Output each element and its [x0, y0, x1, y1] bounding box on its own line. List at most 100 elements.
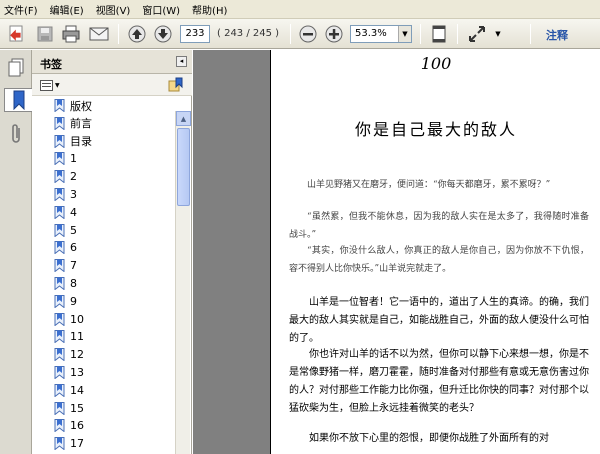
bookmarks-header: 书签 ◂	[32, 50, 192, 74]
bookmark-item[interactable]: 12	[54, 346, 84, 363]
page-number-input[interactable]: 233	[180, 25, 210, 43]
chevron-down-icon: ▼	[55, 81, 60, 89]
menu-file[interactable]: 文件(F)	[4, 2, 38, 17]
pages-panel-button[interactable]	[4, 56, 28, 80]
bookmark-item[interactable]: 前言	[54, 115, 92, 132]
zoom-in-button[interactable]	[323, 23, 345, 45]
bookmark-label: 版权	[70, 99, 92, 113]
arrow-up-circle-icon	[128, 25, 146, 43]
bookmark-icon	[54, 205, 65, 219]
bookmark-icon	[54, 401, 65, 415]
minus-circle-icon	[299, 25, 317, 43]
bookmark-item[interactable]: 目录	[54, 133, 92, 150]
attachments-panel-button[interactable]	[4, 122, 28, 146]
menu-edit[interactable]: 编辑(E)	[50, 2, 84, 17]
zoom-out-button[interactable]	[297, 23, 319, 45]
bookmark-icon	[54, 170, 65, 184]
bookmark-icon	[54, 419, 65, 433]
full-screen-options-button[interactable]: ▼	[492, 23, 504, 45]
chevron-down-icon: ▼	[495, 30, 501, 38]
bookmark-label: 17	[70, 437, 84, 451]
bookmark-icon	[54, 383, 65, 397]
bookmark-item[interactable]: 8	[54, 275, 77, 292]
chevron-down-icon[interactable]: ▼	[398, 26, 411, 42]
previous-page-button[interactable]	[126, 23, 148, 45]
bookmark-icon	[54, 99, 65, 112]
next-page-button[interactable]	[152, 23, 174, 45]
bookmark-label: 4	[70, 205, 77, 219]
bookmark-item[interactable]: 11	[54, 328, 84, 345]
bookmark-label: 11	[70, 330, 84, 344]
bookmark-item[interactable]: 6	[54, 239, 77, 256]
toolbar-separator	[118, 24, 119, 44]
bookmark-ribbon-icon	[13, 90, 24, 110]
bookmarks-panel-button[interactable]	[4, 88, 32, 112]
bookmark-item[interactable]: 14	[54, 382, 84, 399]
bookmark-item[interactable]: 1	[54, 150, 77, 167]
fit-page-button[interactable]	[428, 23, 450, 45]
bookmark-icon	[54, 116, 65, 130]
bookmarks-title: 书签	[40, 58, 62, 71]
bookmark-label: 13	[70, 366, 84, 379]
bookmarks-toolbar: ▼	[32, 74, 192, 96]
bookmarks-scrollbar[interactable]: ▲	[175, 111, 191, 454]
navigation-strip	[0, 50, 32, 454]
toolbar: 233 ( 243 / 245 ) 53.3% ▼ ▼ 注释	[0, 19, 600, 49]
bookmark-label: 前言	[70, 117, 92, 131]
bookmark-label: 14	[70, 383, 84, 397]
paragraph: 山羊是一位智者！它一语中的，道出了人生的真谛。的确，我们最大的敌人其实就是自己，…	[289, 297, 589, 344]
menu-view[interactable]: 视图(V)	[96, 2, 131, 17]
bookmark-label: 3	[70, 188, 77, 201]
zoom-select[interactable]: 53.3% ▼	[350, 25, 412, 43]
bookmark-icon	[54, 223, 65, 237]
expand-bookmark-button[interactable]	[168, 77, 184, 93]
paragraph: “虽然累，但我不能休息，因为我的敌人实在是太多了，我得随时准备战斗。”	[289, 212, 589, 240]
expand-icon	[469, 26, 485, 42]
bookmark-label: 6	[70, 241, 77, 255]
toolbar-separator	[530, 24, 531, 44]
bookmark-icon	[54, 294, 65, 308]
menu-window[interactable]: 窗口(W)	[142, 2, 180, 17]
toolbar-separator	[457, 24, 458, 44]
document-viewer[interactable]: 100 你是自己最大的敌人 山羊见野猪又在磨牙，便问道：“你每天都磨牙，累不累呀…	[193, 50, 600, 454]
bookmark-item[interactable]: 10	[54, 311, 84, 328]
bookmark-item[interactable]: 4	[54, 204, 77, 221]
full-screen-button[interactable]	[466, 23, 488, 45]
bookmark-item[interactable]: 15	[54, 400, 84, 417]
bookmark-icon	[54, 312, 65, 326]
pages-icon	[8, 58, 24, 77]
close-panel-icon[interactable]: ◂	[176, 56, 187, 67]
bookmark-item[interactable]: 3	[54, 186, 77, 203]
print-button[interactable]	[60, 23, 82, 45]
bookmark-item[interactable]: 13	[54, 364, 84, 381]
bookmark-icon	[54, 152, 65, 166]
bookmark-icon	[54, 277, 65, 290]
bookmark-item[interactable]: 16	[54, 417, 84, 434]
email-button[interactable]	[88, 23, 110, 45]
bookmark-label: 9	[70, 294, 77, 308]
bookmark-item[interactable]: 17	[54, 435, 84, 452]
menu-help[interactable]: 帮助(H)	[192, 2, 227, 17]
chapter-title: 你是自己最大的敌人	[354, 120, 517, 139]
printer-icon	[62, 25, 80, 43]
bookmark-item[interactable]: 5	[54, 222, 77, 239]
bookmark-item[interactable]: 9	[54, 293, 77, 310]
options-list-icon	[40, 79, 53, 91]
paragraph: 如果你不放下心里的怨恨，即便你战胜了外面所有的对	[309, 433, 549, 444]
bookmarks-list: 版权 前言 目录 1 2 3 4 5 6 7 8 9 10 11 12 13 14 15 16 17	[32, 97, 174, 454]
bookmark-icon	[54, 259, 65, 273]
toolbar-separator	[420, 24, 421, 44]
scrollbar-thumb[interactable]	[177, 128, 190, 206]
bookmark-item[interactable]: 版权	[54, 97, 92, 114]
paragraph: 山羊见野猪又在磨牙，便问道：“你每天都磨牙，累不累呀？”	[307, 180, 551, 190]
bookmark-label: 1	[70, 152, 77, 166]
create-pdf-button[interactable]	[6, 23, 28, 45]
save-button[interactable]	[34, 23, 56, 45]
annotate-button[interactable]: 注释	[546, 27, 568, 43]
bookmark-item[interactable]: 7	[54, 257, 77, 274]
scroll-up-arrow-icon[interactable]: ▲	[176, 111, 191, 126]
bookmark-item[interactable]: 2	[54, 168, 77, 185]
bookmark-label: 目录	[70, 135, 92, 149]
options-menu-button[interactable]: ▼	[40, 78, 62, 92]
bookmark-icon	[54, 241, 65, 255]
